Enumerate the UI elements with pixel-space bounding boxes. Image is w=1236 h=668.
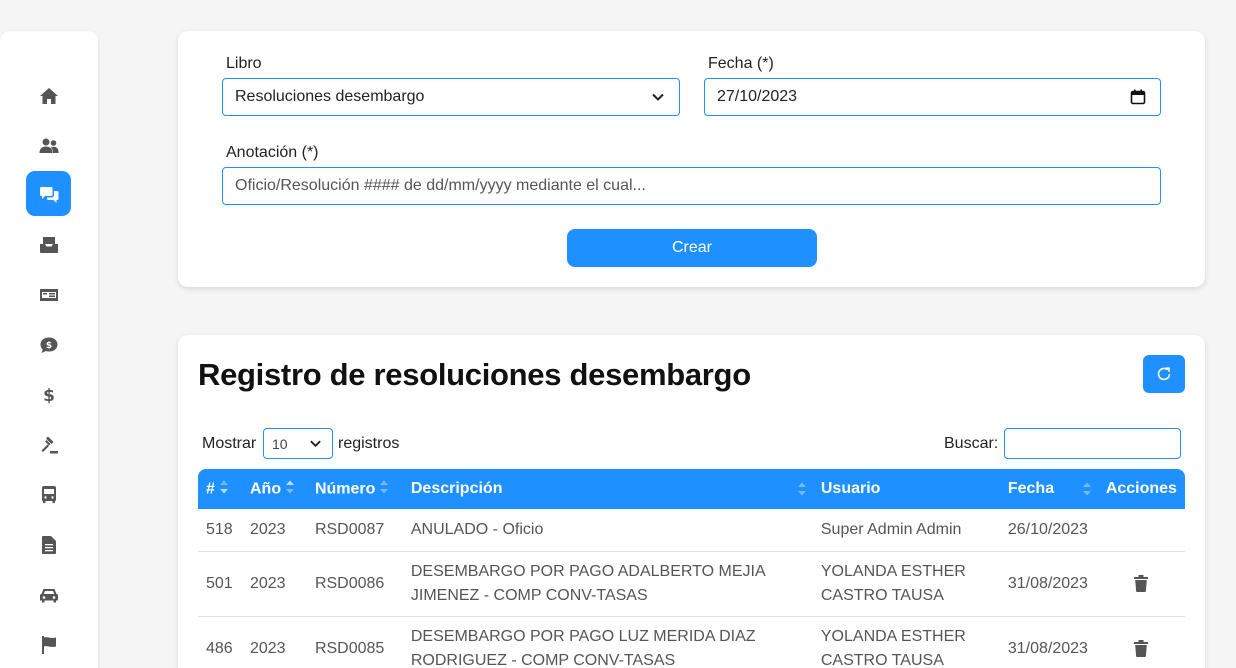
cell-anio: 2023 (241, 616, 307, 668)
chevron-down-icon (310, 440, 321, 448)
crear-button[interactable]: Crear (567, 229, 817, 267)
cell-acciones (1097, 509, 1185, 552)
column-header-descripcion[interactable]: Descripción (403, 469, 813, 509)
svg-text:$: $ (43, 386, 55, 405)
cell-acciones (1097, 551, 1185, 617)
cell-usuario: Super Admin Admin (812, 509, 1000, 552)
cell-anio: 2023 (241, 551, 307, 617)
sidebar-item-car[interactable] (26, 572, 71, 617)
money-bill-icon (39, 288, 58, 301)
cell-descripcion: ANULADO - Oficio (402, 509, 813, 552)
home-icon (39, 87, 58, 104)
libro-label: Libro (226, 55, 262, 72)
cell-num: 501 (198, 551, 242, 617)
cell-acciones (1097, 616, 1185, 668)
column-header-numero[interactable]: Número (307, 469, 403, 509)
mostrar-label: Mostrar (202, 435, 257, 452)
cell-fecha: 31/08/2023 (999, 551, 1098, 617)
inbox-icon (39, 236, 58, 253)
flag-icon (41, 635, 56, 654)
fecha-value: 27/10/2023 (717, 88, 798, 105)
cell-fecha: 31/08/2023 (999, 616, 1098, 668)
sort-icon (797, 481, 807, 502)
sidebar-item-home[interactable] (26, 73, 71, 118)
bus-icon (41, 485, 56, 503)
annotation-form-card: Libro Resoluciones desembargo Fecha (*) … (178, 31, 1205, 287)
records-table-card: Registro de resoluciones desembargo Most… (178, 335, 1205, 668)
column-header-acciones: Acciones (1105, 480, 1177, 497)
sidebar-item-dollar[interactable]: $ (26, 372, 71, 417)
calendar-icon[interactable] (1130, 89, 1146, 105)
cell-descripcion: DESEMBARGO POR PAGO LUZ MERIDA DIAZ RODR… (402, 616, 813, 668)
column-header-fecha[interactable]: Fecha (1000, 469, 1098, 509)
fecha-label: Fecha (*) (708, 55, 774, 72)
cell-num: 518 (198, 509, 242, 552)
delete-button[interactable] (1106, 575, 1177, 592)
cell-descripcion: DESEMBARGO POR PAGO ADALBERTO MEJIA JIME… (402, 551, 813, 617)
sidebar-item-users[interactable] (26, 123, 71, 168)
car-icon (39, 588, 58, 602)
page-length-select[interactable]: 10 (263, 428, 333, 459)
cell-fecha: 26/10/2023 (999, 509, 1098, 552)
cell-usuario: YOLANDA ESTHER CASTRO TAUSA (812, 551, 1000, 617)
dollar-icon: $ (43, 386, 55, 405)
page-length-value: 10 (272, 435, 288, 452)
comment-dollar-icon: $ (40, 337, 57, 353)
users-icon (39, 138, 58, 153)
sidebar-item-bus[interactable] (26, 472, 71, 517)
sort-icon (1082, 481, 1092, 502)
trash-icon (1134, 640, 1149, 657)
refresh-button[interactable] (1143, 355, 1185, 393)
sidebar: $ $ (0, 31, 98, 668)
chevron-down-icon (652, 93, 664, 101)
cell-numero: RSD0086 (306, 551, 403, 617)
table-row[interactable]: 518 2023 RSD0087 ANULADO - Oficio Super … (198, 509, 1185, 552)
buscar-label: Buscar: (944, 435, 999, 452)
records-table: # Año Número Descripción Usuario Fecha A… (198, 469, 1185, 668)
table-header-row: # Año Número Descripción Usuario Fecha A… (198, 469, 1185, 509)
anotacion-input[interactable]: Oficio/Resolución #### de dd/mm/yyyy med… (222, 167, 1161, 205)
refresh-icon (1157, 367, 1171, 381)
sidebar-item-gavel[interactable] (26, 422, 71, 467)
cell-numero: RSD0085 (306, 616, 403, 668)
registros-label: registros (338, 435, 400, 452)
sidebar-item-money[interactable] (26, 272, 71, 317)
column-header-usuario[interactable]: Usuario (813, 469, 1000, 509)
cell-num: 486 (198, 616, 242, 668)
sidebar-item-document[interactable] (26, 522, 71, 567)
search-input[interactable] (1004, 428, 1181, 459)
cell-anio: 2023 (241, 509, 307, 552)
sort-asc-icon (219, 479, 229, 500)
column-header-num[interactable]: # (198, 469, 242, 509)
trash-icon (1134, 575, 1149, 592)
sidebar-item-comment-dollar[interactable]: $ (26, 322, 71, 367)
sidebar-item-flag[interactable] (26, 622, 71, 667)
cell-numero: RSD0087 (306, 509, 403, 552)
anotacion-placeholder: Oficio/Resolución #### de dd/mm/yyyy med… (235, 177, 646, 194)
delete-button[interactable] (1106, 640, 1177, 657)
sort-icon (379, 479, 389, 500)
svg-text:$: $ (45, 341, 51, 351)
column-header-anio[interactable]: Año (242, 469, 307, 509)
sidebar-item-comments[interactable] (26, 171, 71, 216)
sort-desc-icon (285, 479, 295, 500)
page-title: Registro de resoluciones desembargo (198, 357, 751, 392)
libro-select-value: Resoluciones desembargo (235, 88, 425, 105)
table-row[interactable]: 486 2023 RSD0085 DESEMBARGO POR PAGO LUZ… (198, 616, 1185, 668)
table-row[interactable]: 501 2023 RSD0086 DESEMBARGO POR PAGO ADA… (198, 551, 1185, 617)
libro-select[interactable]: Resoluciones desembargo (222, 78, 680, 116)
anotacion-label: Anotación (*) (226, 144, 319, 161)
sidebar-item-inbox[interactable] (26, 222, 71, 267)
gavel-icon (41, 436, 58, 453)
comments-icon (39, 186, 58, 203)
cell-usuario: YOLANDA ESTHER CASTRO TAUSA (812, 616, 1000, 668)
file-text-icon (41, 535, 56, 554)
fecha-date-input[interactable]: 27/10/2023 (704, 78, 1161, 116)
